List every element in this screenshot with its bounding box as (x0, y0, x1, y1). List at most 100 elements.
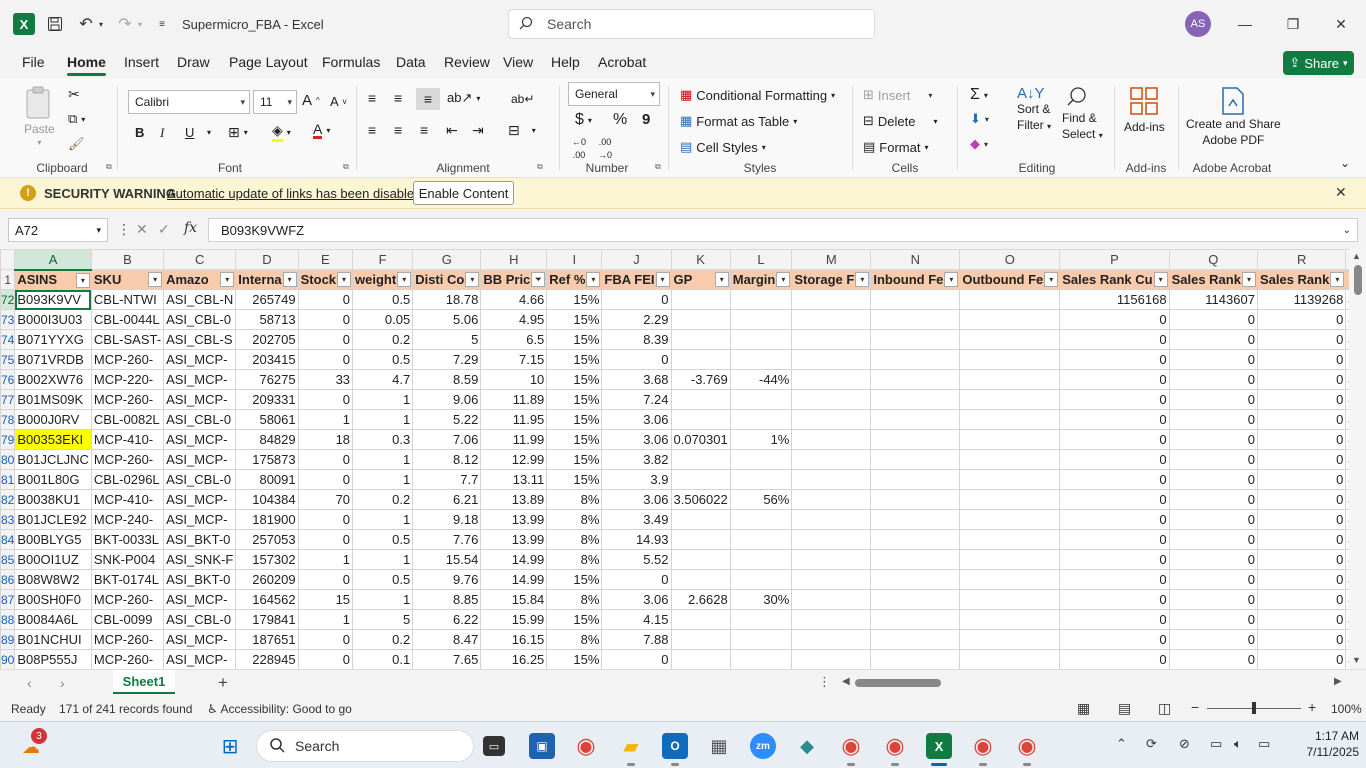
table-cell[interactable]: 6.5 (480, 329, 548, 350)
insert-cells-button[interactable]: ⊞ Insert ▾ (863, 87, 932, 103)
filter-dropdown-icon[interactable]: ▾ (282, 272, 297, 287)
table-cell[interactable] (959, 609, 1061, 630)
row-header[interactable]: 82 (0, 489, 16, 510)
add-sheet-icon[interactable]: + (218, 673, 228, 693)
table-cell[interactable]: 6.21 (412, 489, 482, 510)
table-cell[interactable] (729, 449, 793, 470)
table-cell[interactable]: B00BLYG5 (14, 529, 92, 550)
table-cell[interactable]: B01JCLJNC (14, 449, 92, 470)
filter-dropdown-icon[interactable]: ▾ (944, 272, 959, 287)
filter-dropdown-icon[interactable]: ▾ (220, 272, 235, 287)
table-cell[interactable]: 0 (1168, 329, 1258, 350)
table-cell[interactable]: 0 (297, 529, 354, 550)
filter-dropdown-icon[interactable]: ▾ (855, 272, 870, 287)
column-header-a[interactable]: A (14, 249, 92, 271)
table-cell[interactable]: 15% (546, 569, 603, 590)
column-title-cell[interactable]: Stock ▾ (297, 269, 354, 290)
column-title-cell[interactable]: weight ▾ (352, 269, 414, 290)
table-cell[interactable]: 0.5 (352, 349, 414, 370)
vertical-scrollbar[interactable]: ▲ ▼ (1349, 249, 1366, 669)
table-cell[interactable]: 0 (1256, 429, 1347, 450)
table-cell[interactable]: 8.12 (412, 449, 482, 470)
next-sheet-icon[interactable]: › (60, 675, 65, 691)
decrease-decimal-icon[interactable]: .00 →0 (598, 138, 612, 160)
table-cell[interactable]: B0084A6L (14, 609, 92, 630)
filter-dropdown-icon[interactable]: ▾ (75, 272, 90, 288)
fill-icon[interactable]: ⬇ ▾ (970, 111, 989, 127)
table-cell[interactable]: B071VRDB (14, 349, 92, 370)
table-cell[interactable]: 0 (1059, 489, 1170, 510)
column-header-k[interactable]: K (670, 249, 731, 270)
clipboard-launcher-icon[interactable]: ⧉ (106, 162, 112, 172)
table-cell[interactable]: 0 (1059, 589, 1170, 610)
table-cell[interactable]: 1 (297, 549, 354, 570)
table-cell[interactable]: 15.99 (480, 609, 548, 630)
table-cell[interactable] (959, 409, 1061, 430)
table-cell[interactable]: B01JCLE92 (14, 509, 92, 530)
table-cell[interactable]: 3.06 (601, 429, 672, 450)
table-cell[interactable]: 0 (1059, 609, 1170, 630)
table-cell[interactable] (870, 349, 961, 370)
filter-dropdown-icon[interactable]: ▾ (148, 272, 163, 287)
italic-button[interactable]: I (160, 125, 164, 141)
number-format-select[interactable]: General ▾ (568, 82, 660, 106)
table-cell[interactable]: CBL-0044L (90, 309, 165, 330)
table-cell[interactable]: 15% (546, 369, 603, 390)
table-cell[interactable]: 3.06 (601, 409, 672, 430)
table-cell[interactable]: 1143607 (1168, 289, 1258, 310)
column-title-cell[interactable]: Outbound Fe ▾ (959, 269, 1061, 290)
table-cell[interactable]: 18 (297, 429, 354, 450)
column-title-cell[interactable]: Inbound Fe ▾ (870, 269, 961, 290)
table-cell[interactable]: 13.99 (480, 509, 548, 530)
table-cell[interactable] (959, 509, 1061, 530)
scroll-up-icon[interactable]: ▲ (1352, 251, 1361, 261)
table-cell[interactable]: 0 (1168, 629, 1258, 650)
table-cell[interactable]: 5.06 (412, 309, 482, 330)
table-cell[interactable] (729, 549, 793, 570)
filter-dropdown-icon[interactable]: ▾ (465, 272, 480, 287)
table-cell[interactable]: 0 (1256, 449, 1347, 470)
table-cell[interactable]: 8% (546, 529, 603, 550)
table-cell[interactable] (791, 469, 872, 490)
table-cell[interactable] (870, 409, 961, 430)
chrome-icon[interactable]: ◉ (573, 733, 599, 759)
table-cell[interactable]: 8% (546, 509, 603, 530)
security-warning-message[interactable]: Automatic update of links has been disab… (167, 186, 421, 201)
tab-page-layout[interactable]: Page Layout (229, 54, 308, 70)
table-cell[interactable] (959, 549, 1061, 570)
column-header-l[interactable]: L (729, 249, 793, 270)
filter-dropdown-icon[interactable]: ▾ (655, 272, 670, 287)
table-cell[interactable]: 0 (1256, 309, 1347, 330)
table-cell[interactable]: 0 (297, 349, 354, 370)
table-cell[interactable]: 0 (1168, 409, 1258, 430)
column-header-c[interactable]: C (163, 249, 237, 270)
table-cell[interactable]: 0 (297, 469, 354, 490)
table-cell[interactable]: BKT-0174L (90, 569, 165, 590)
table-cell[interactable]: CBL-0099 (90, 609, 165, 630)
table-cell[interactable]: 15.84 (480, 589, 548, 610)
table-cell[interactable]: 15 (297, 589, 354, 610)
tab-data[interactable]: Data (396, 54, 426, 70)
column-title-cell[interactable]: Disti Co ▾ (412, 269, 482, 290)
column-header-n[interactable]: N (870, 249, 961, 270)
table-cell[interactable]: MCP-260- (90, 649, 165, 669)
title-search-input[interactable]: Search (508, 9, 875, 39)
table-cell[interactable] (959, 349, 1061, 370)
table-cell[interactable]: 8.85 (412, 589, 482, 610)
table-cell[interactable]: 0.2 (352, 489, 414, 510)
chrome-profile-icon[interactable]: ◉ (838, 733, 864, 759)
row-header[interactable]: 74 (0, 329, 16, 350)
table-cell[interactable]: 8.47 (412, 629, 482, 650)
scroll-left-icon[interactable]: ◀ (842, 676, 850, 687)
table-cell[interactable]: 202705 (235, 329, 299, 350)
find-select-button[interactable]: Find & Select ▾ (1062, 86, 1103, 143)
table-cell[interactable]: 8.59 (412, 369, 482, 390)
column-title-cell[interactable]: SKU ▾ (90, 269, 165, 290)
table-cell[interactable]: 0 (1256, 569, 1347, 590)
table-cell[interactable] (729, 509, 793, 530)
table-cell[interactable]: 0 (1059, 389, 1170, 410)
start-icon[interactable]: ⊞ (217, 733, 243, 759)
undo-dropdown-icon[interactable]: ▾ (96, 14, 106, 34)
table-cell[interactable]: 7.7 (412, 469, 482, 490)
table-cell[interactable]: 175873 (235, 449, 299, 470)
